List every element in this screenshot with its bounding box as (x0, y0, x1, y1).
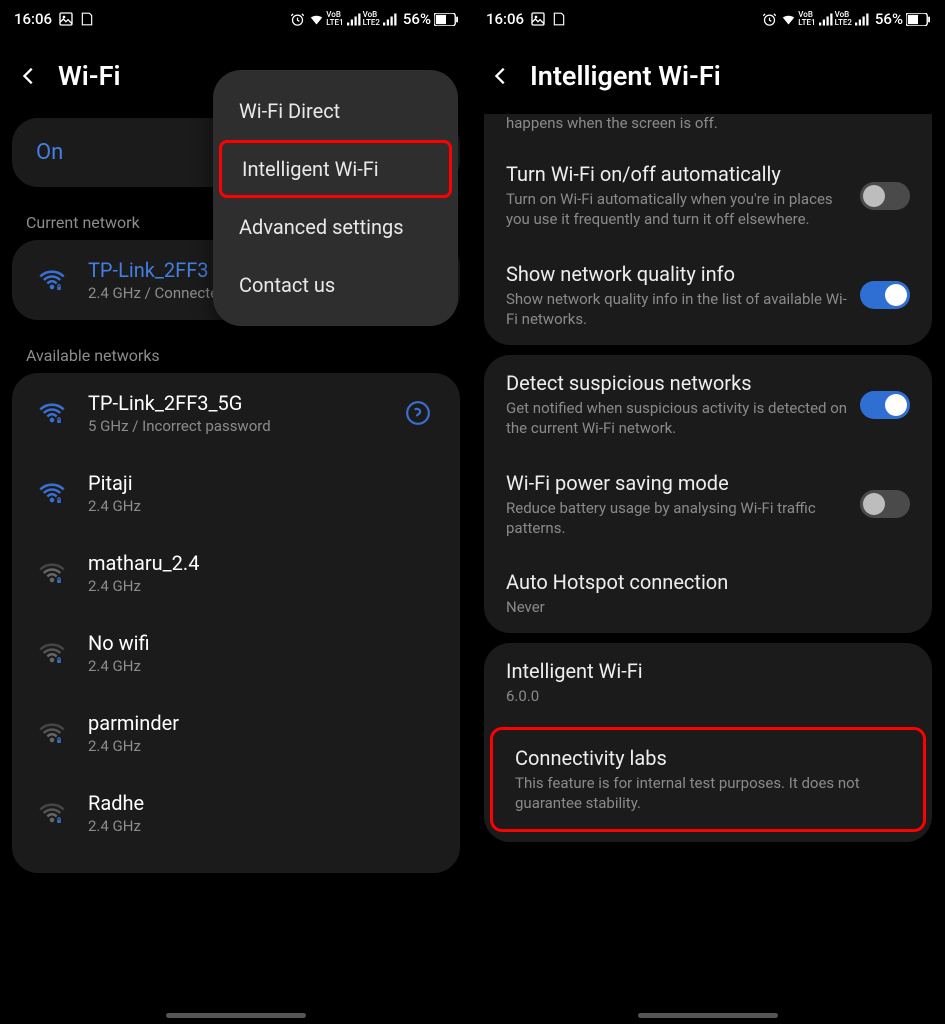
network-row[interactable]: Radhe 2.4 GHz (12, 773, 460, 853)
network-row[interactable]: TP-Link_2FF3_5G 5 GHz / Incorrect passwo… (12, 373, 460, 453)
settings-group-b: Detect suspicious networks Get notified … (484, 355, 932, 633)
phone-right: 16:06 VoBLTE1 VoBLTE2 56% Intelligent Wi… (472, 0, 944, 1024)
alarm-icon (290, 12, 305, 27)
partial-setting-sub: happens when the screen is off. (484, 114, 932, 146)
page-title: Intelligent Wi-Fi (530, 60, 721, 92)
toggle-suspicious[interactable] (860, 391, 910, 419)
settings-group-c: Intelligent Wi-Fi 6.0.0 Connectivity lab… (484, 643, 932, 842)
network-name: No wifi (88, 631, 442, 655)
status-time: 16:06 (486, 10, 524, 28)
back-button[interactable] (18, 65, 40, 87)
setting-sub: Never (506, 597, 898, 617)
network-name: Radhe (88, 791, 442, 815)
wifi-icon (34, 479, 70, 507)
network-row[interactable]: Pitaji 2.4 GHz (12, 453, 460, 533)
image-icon (58, 11, 74, 27)
network-name: TP-Link_2FF3_5G (88, 391, 386, 415)
network-sub: 2.4 GHz (88, 817, 442, 835)
status-bar: 16:06 VoBLTE1 VoBLTE2 56% (0, 0, 472, 36)
available-networks-label: Available networks (0, 330, 472, 373)
wifi-icon (34, 719, 70, 747)
signal1-icon (347, 13, 362, 26)
status-time: 16:06 (14, 10, 52, 28)
wifi-status-icon (308, 12, 325, 27)
page-title: Wi-Fi (58, 60, 120, 92)
battery-icon (906, 13, 930, 26)
image-icon (530, 11, 546, 27)
wifi-icon (34, 559, 70, 587)
lte2-label: VoBLTE2 (365, 11, 380, 27)
menu-intelligent-wifi[interactable]: Intelligent Wi-Fi (219, 140, 452, 198)
battery-icon (434, 13, 458, 26)
sim-icon (552, 11, 566, 27)
setting-sub: Show network quality info in the list of… (506, 289, 848, 330)
setting-title: Auto Hotspot connection (506, 570, 898, 594)
toggle-power-saving[interactable] (860, 490, 910, 518)
toggle-auto-wifi[interactable] (860, 182, 910, 210)
network-name: Pitaji (88, 471, 442, 495)
header: Intelligent Wi-Fi (472, 36, 944, 118)
menu-advanced-settings[interactable]: Advanced settings (213, 198, 458, 256)
menu-wifi-direct[interactable]: Wi-Fi Direct (213, 82, 458, 140)
setting-suspicious[interactable]: Detect suspicious networks Get notified … (484, 355, 932, 455)
network-sub: 2.4 GHz (88, 577, 442, 595)
network-name: parminder (88, 711, 442, 735)
alarm-icon (762, 12, 777, 27)
wifi-status-icon (780, 12, 797, 27)
setting-network-quality[interactable]: Show network quality info Show network q… (484, 246, 932, 346)
back-button[interactable] (490, 65, 512, 87)
battery-percent: 56% (403, 10, 431, 28)
network-sub: 2.4 GHz (88, 497, 442, 515)
signal2-icon (383, 13, 398, 26)
setting-sub: Turn on Wi-Fi automatically when you're … (506, 189, 848, 230)
sim-icon (80, 11, 94, 27)
signal1-icon (819, 13, 834, 26)
setting-title: Detect suspicious networks (506, 371, 848, 395)
setting-power-saving[interactable]: Wi-Fi power saving mode Reduce battery u… (484, 455, 932, 555)
setting-title: Intelligent Wi-Fi (506, 659, 898, 683)
setting-sub: 6.0.0 (506, 686, 898, 706)
setting-intelligent-wifi-version[interactable]: Intelligent Wi-Fi 6.0.0 (484, 643, 932, 722)
lte2-label: VoBLTE2 (837, 11, 852, 27)
lte1-label: VoBLTE1 (328, 11, 343, 27)
signal2-icon (855, 13, 870, 26)
wifi-icon (34, 399, 70, 427)
battery-percent: 56% (875, 10, 903, 28)
settings-group-a: happens when the screen is off. Turn Wi-… (484, 114, 932, 345)
network-name: matharu_2.4 (88, 551, 442, 575)
setting-title: Show network quality info (506, 262, 848, 286)
overflow-menu: Wi-Fi Direct Intelligent Wi-Fi Advanced … (213, 70, 458, 326)
network-sub: 2.4 GHz (88, 657, 442, 675)
network-sub: 5 GHz / Incorrect password (88, 417, 386, 435)
setting-sub: This feature is for internal test purpos… (515, 773, 889, 814)
network-help-button[interactable] (394, 391, 442, 435)
wifi-icon (34, 639, 70, 667)
wifi-icon (34, 266, 70, 294)
network-row[interactable]: parminder 2.4 GHz (12, 693, 460, 773)
phone-left: 16:06 VoBLTE1 VoBLTE2 56% Wi-Fi On Curre… (0, 0, 472, 1024)
setting-auto-hotspot[interactable]: Auto Hotspot connection Never (484, 554, 932, 633)
nav-bar[interactable] (638, 1013, 778, 1018)
setting-title: Connectivity labs (515, 746, 889, 770)
menu-contact-us[interactable]: Contact us (213, 256, 458, 314)
network-row[interactable]: No wifi 2.4 GHz (12, 613, 460, 693)
status-bar: 16:06 VoBLTE1 VoBLTE2 56% (472, 0, 944, 36)
wifi-icon (34, 799, 70, 827)
setting-title: Wi-Fi power saving mode (506, 471, 848, 495)
setting-sub: Reduce battery usage by analysing Wi-Fi … (506, 498, 848, 539)
setting-sub: Get notified when suspicious activity is… (506, 398, 848, 439)
toggle-network-quality[interactable] (860, 281, 910, 309)
setting-connectivity-labs[interactable]: Connectivity labs This feature is for in… (490, 727, 926, 833)
lte1-label: VoBLTE1 (800, 11, 815, 27)
setting-title: Turn Wi-Fi on/off automatically (506, 162, 848, 186)
network-sub: 2.4 GHz (88, 737, 442, 755)
available-networks-card: TP-Link_2FF3_5G 5 GHz / Incorrect passwo… (12, 373, 460, 873)
network-row[interactable]: matharu_2.4 2.4 GHz (12, 533, 460, 613)
nav-bar[interactable] (166, 1013, 306, 1018)
setting-auto-wifi[interactable]: Turn Wi-Fi on/off automatically Turn on … (484, 146, 932, 246)
